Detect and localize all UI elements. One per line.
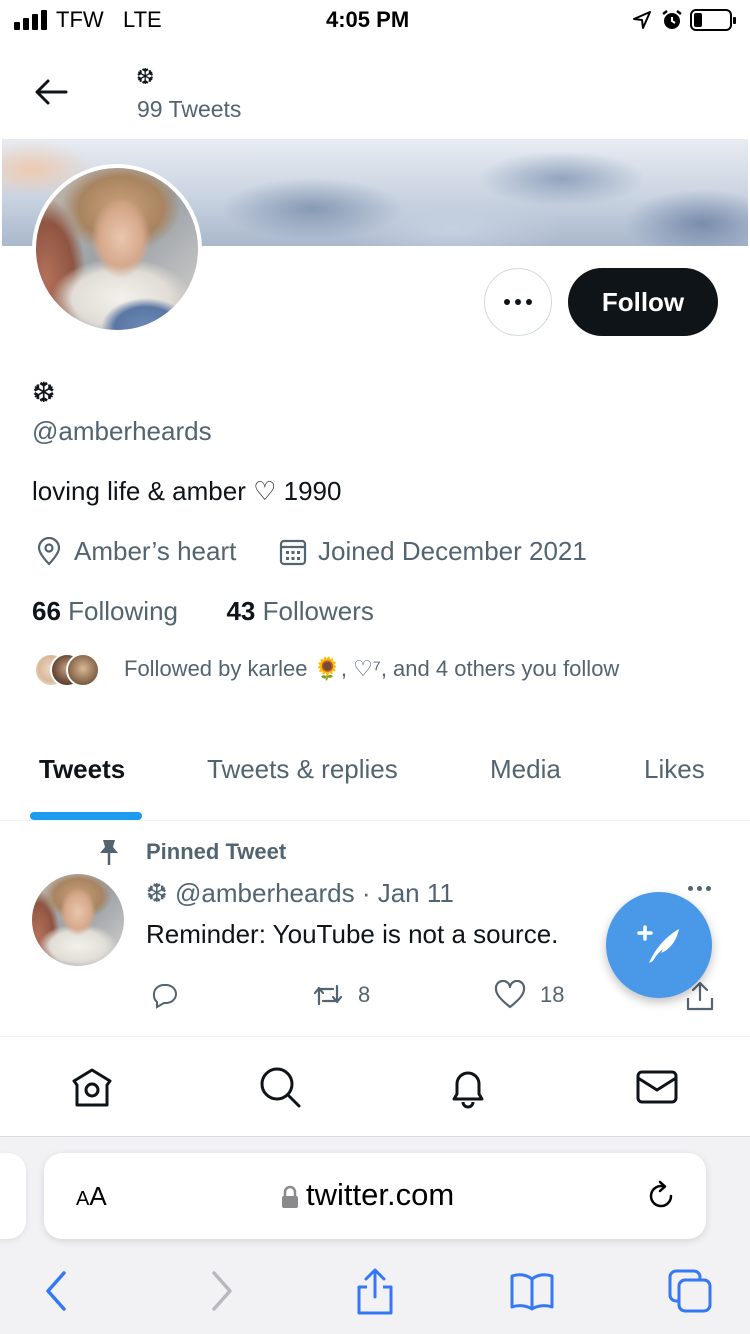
carrier-name: TFW: [56, 7, 104, 32]
profile-bio: loving life & amber ♡ 1990: [32, 476, 342, 506]
location-arrow-icon: [633, 11, 651, 29]
pinned-tweet-label: Pinned Tweet: [146, 839, 287, 864]
profile-display-name: ❆: [32, 377, 56, 408]
back-arrow-icon[interactable]: [28, 75, 72, 109]
followed-by-text[interactable]: Followed by karlee 🌻, ♡⁷, and 4 others y…: [124, 656, 619, 682]
battery-icon: [690, 9, 736, 31]
retweet-count: 8: [358, 982, 371, 1007]
browser-forward-icon: [212, 1271, 232, 1311]
retweet-icon: [313, 984, 343, 1006]
browser-back-icon[interactable]: [34, 1267, 82, 1315]
reply-button[interactable]: [148, 980, 192, 1010]
retweet-button[interactable]: 8: [312, 980, 370, 1010]
header-tweet-count: 99 Tweets: [137, 96, 242, 122]
status-bar: TFW LTE 4:05 PM: [0, 0, 750, 40]
search-icon[interactable]: [258, 1065, 302, 1109]
network-type: LTE: [123, 7, 162, 32]
following-link[interactable]: 66 Following: [32, 596, 178, 626]
lock-icon: [282, 1185, 298, 1208]
reply-icon: [152, 984, 177, 1009]
tab-media[interactable]: Media: [490, 754, 561, 785]
divider: [0, 820, 750, 821]
reload-icon[interactable]: [644, 1179, 678, 1213]
profile-location: Amber’s heart: [34, 536, 236, 567]
more-options-button[interactable]: [484, 268, 552, 336]
heart-icon: [494, 980, 526, 1009]
join-date-text: Joined December 2021: [318, 536, 587, 566]
follow-button[interactable]: Follow: [568, 268, 718, 336]
compose-feather-icon: [637, 925, 679, 963]
compose-tweet-button[interactable]: [606, 892, 712, 998]
browser-toolbar: AA twitter.com: [0, 1137, 750, 1334]
bookmarks-book-icon[interactable]: [508, 1267, 556, 1315]
tweet-text: Reminder: YouTube is not a source.: [146, 919, 559, 949]
url-text[interactable]: twitter.com: [306, 1177, 454, 1213]
pin-icon: [100, 840, 118, 865]
bottom-navigation: [0, 1037, 750, 1137]
location-text: Amber’s heart: [74, 536, 237, 566]
text-size-button[interactable]: AA: [76, 1181, 107, 1212]
active-tab-indicator: [30, 812, 142, 820]
calendar-icon: [279, 539, 307, 565]
cellular-signal-icon: [14, 10, 47, 30]
previous-tab-preview[interactable]: [0, 1153, 26, 1239]
follow-stats: 66 Following 43 Followers: [32, 596, 374, 627]
like-count: 18: [540, 982, 565, 1007]
followers-link[interactable]: 43 Followers: [226, 596, 373, 626]
profile-avatar[interactable]: [32, 164, 202, 334]
location-pin-icon: [37, 536, 61, 566]
dot-icon: [526, 299, 532, 305]
tabs-overview-icon[interactable]: [666, 1267, 714, 1315]
tweet-more-options-button[interactable]: [688, 886, 711, 891]
notifications-bell-icon[interactable]: [446, 1065, 490, 1109]
alarm-icon: [662, 10, 682, 29]
tab-likes[interactable]: Likes: [644, 754, 705, 785]
tab-tweets-and-replies[interactable]: Tweets & replies: [207, 754, 398, 785]
profile-join-date: Joined December 2021: [278, 536, 587, 567]
dot-icon: [515, 299, 521, 305]
tab-tweets[interactable]: Tweets: [39, 754, 125, 785]
profile-handle: @amberheards: [32, 416, 212, 446]
address-bar[interactable]: AA twitter.com: [44, 1153, 706, 1239]
status-time: 4:05 PM: [326, 7, 410, 32]
browser-share-icon[interactable]: [351, 1267, 399, 1315]
tweet-author-meta[interactable]: ❆ @amberheards · Jan 11: [146, 878, 454, 909]
dot-icon: [504, 299, 510, 305]
like-button[interactable]: 18: [494, 980, 564, 1010]
header-display-name: ❆: [136, 64, 155, 89]
messages-envelope-icon[interactable]: [635, 1065, 679, 1109]
follower-avatar: [66, 653, 100, 687]
profile-header-bar: ❆ 99 Tweets: [0, 40, 750, 140]
tweet-author-avatar[interactable]: [32, 874, 124, 966]
home-icon[interactable]: [70, 1065, 114, 1109]
